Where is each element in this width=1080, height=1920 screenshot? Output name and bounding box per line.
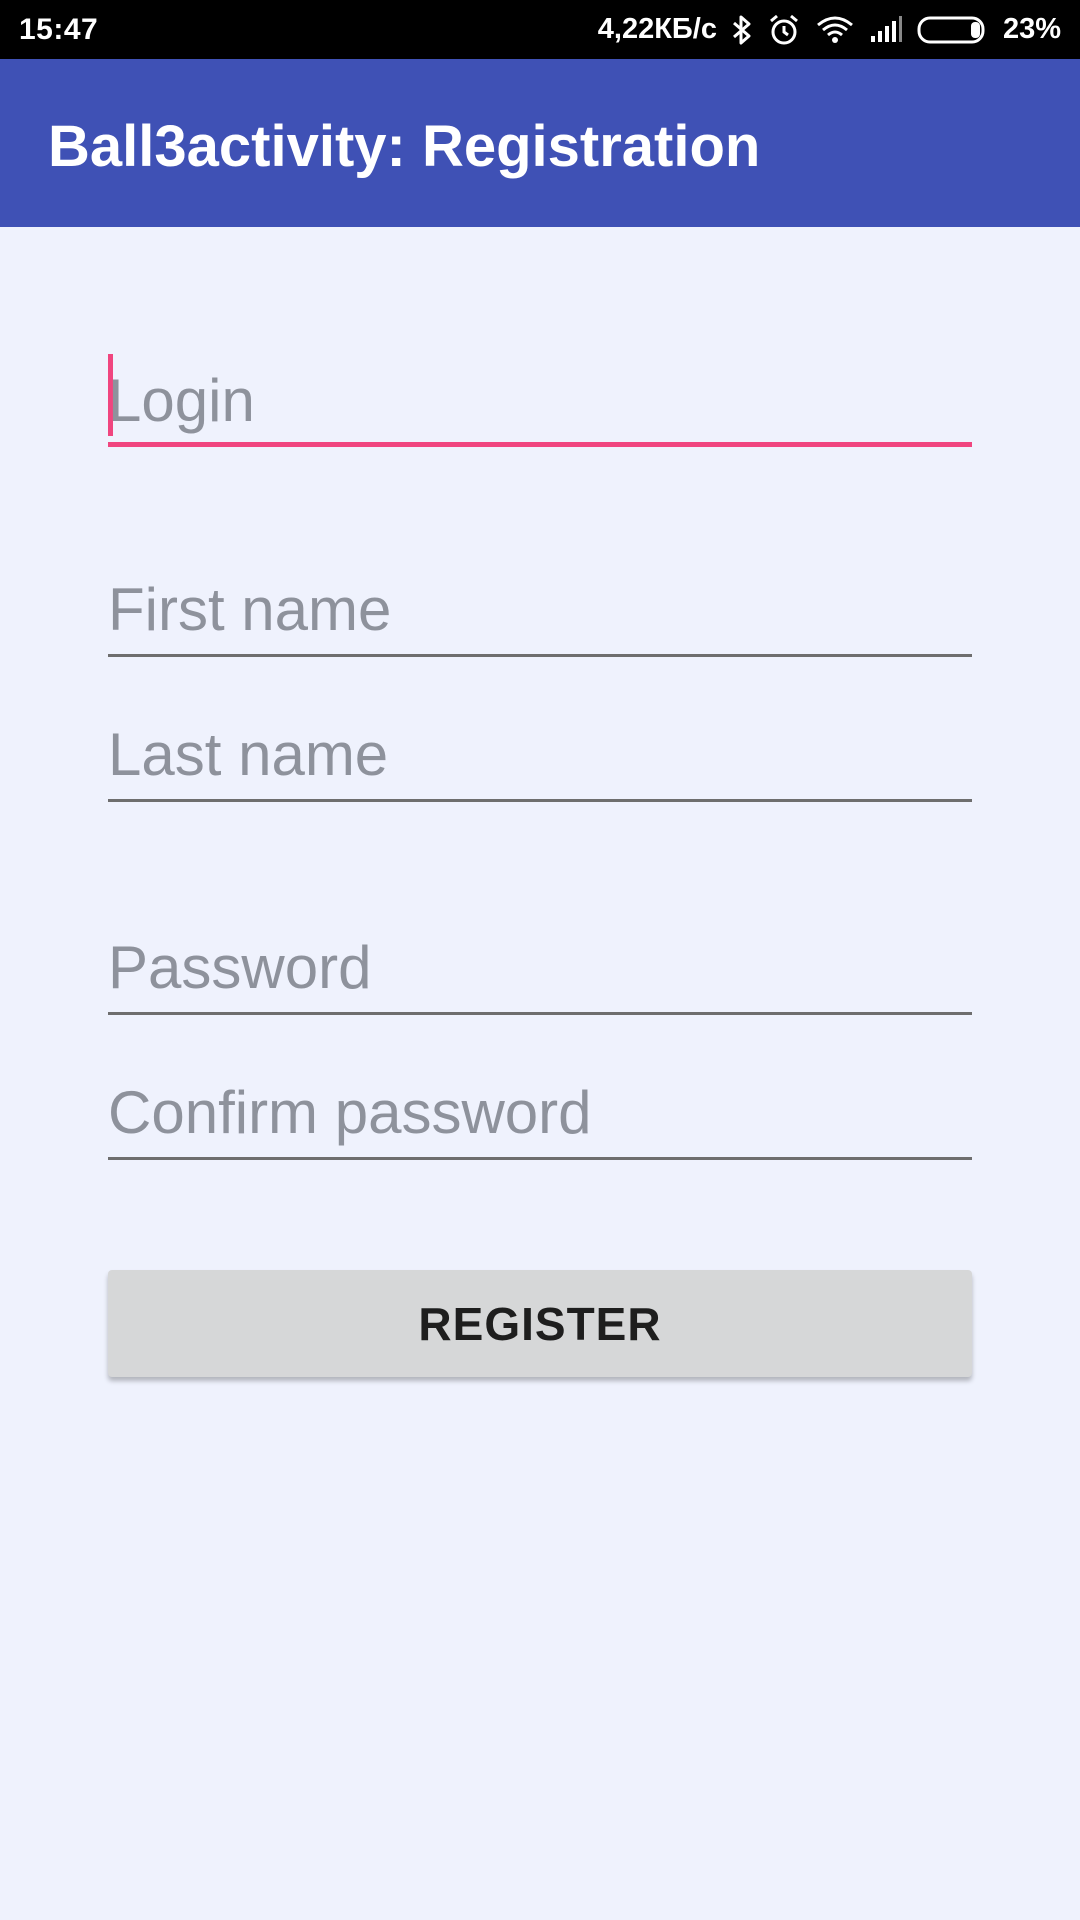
status-bar: 15:47 4,22КБ/с 23% — [0, 0, 1080, 59]
page-title: Ball3activity: Registration — [48, 114, 761, 179]
password-field[interactable]: Password — [108, 923, 972, 1018]
status-icons: 4,22КБ/с 23% — [598, 0, 1061, 59]
last-name-placeholder: Last name — [108, 721, 389, 788]
status-time: 15:47 — [19, 13, 99, 46]
first-name-placeholder: First name — [108, 576, 392, 643]
last-name-underline — [108, 799, 972, 802]
last-name-field[interactable]: Last name — [108, 711, 972, 806]
battery-percent: 23% — [1002, 13, 1061, 45]
first-name-field[interactable]: First name — [108, 565, 972, 660]
confirm-password-placeholder: Confirm password — [108, 1079, 592, 1146]
login-underline — [108, 442, 972, 447]
bluetooth-icon — [731, 14, 753, 46]
password-underline — [108, 1012, 972, 1015]
register-button-label: REGISTER — [418, 1297, 662, 1350]
confirm-password-underline — [108, 1157, 972, 1160]
wifi-icon — [815, 14, 855, 46]
battery-icon — [917, 15, 989, 45]
password-placeholder: Password — [108, 934, 372, 1001]
signal-icon — [869, 15, 903, 44]
app-bar: Ball3activity: Registration — [0, 59, 1080, 227]
login-field[interactable]: Login — [108, 350, 972, 450]
login-placeholder: Login — [108, 367, 255, 434]
first-name-underline — [108, 654, 972, 657]
network-speed: 4,22КБ/с — [597, 13, 717, 45]
alarm-icon — [767, 13, 801, 47]
register-button[interactable]: REGISTER — [108, 1270, 972, 1377]
confirm-password-field[interactable]: Confirm password — [108, 1069, 972, 1164]
